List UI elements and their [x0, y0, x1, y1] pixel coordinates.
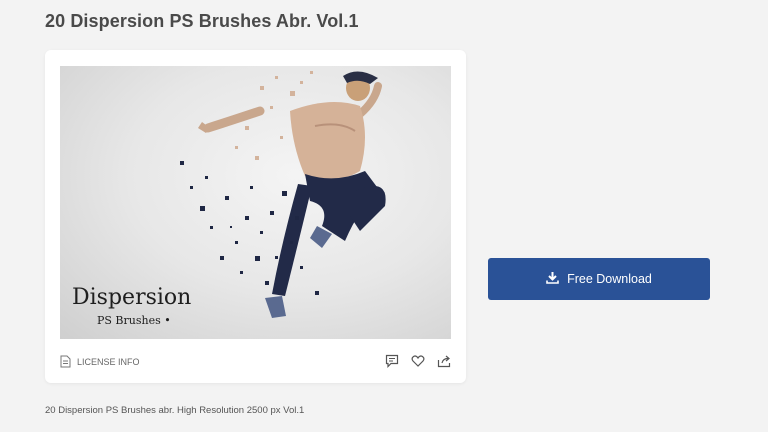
description-caption: 20 Dispersion PS Brushes abr. High Resol…: [45, 405, 305, 416]
preview-title: Dispersion: [72, 285, 192, 310]
license-info-link[interactable]: LICENSE INFO: [60, 355, 140, 368]
preview-image[interactable]: Dispersion PS Brushes •: [60, 66, 451, 339]
share-icon[interactable]: [437, 354, 451, 373]
preview-card: Dispersion PS Brushes • LICENSE INFO: [45, 50, 466, 383]
download-icon: [546, 271, 559, 287]
page-title: 20 Dispersion PS Brushes Abr. Vol.1: [45, 11, 359, 31]
license-info-label: LICENSE INFO: [77, 356, 140, 367]
heart-icon[interactable]: [411, 354, 425, 373]
free-download-label: Free Download: [567, 272, 652, 286]
preview-subtitle: PS Brushes •: [97, 314, 171, 327]
card-footer: LICENSE INFO: [60, 350, 451, 376]
comment-icon[interactable]: [385, 354, 399, 373]
card-actions: [385, 354, 451, 373]
document-icon: [60, 355, 71, 368]
free-download-button[interactable]: Free Download: [488, 258, 710, 300]
